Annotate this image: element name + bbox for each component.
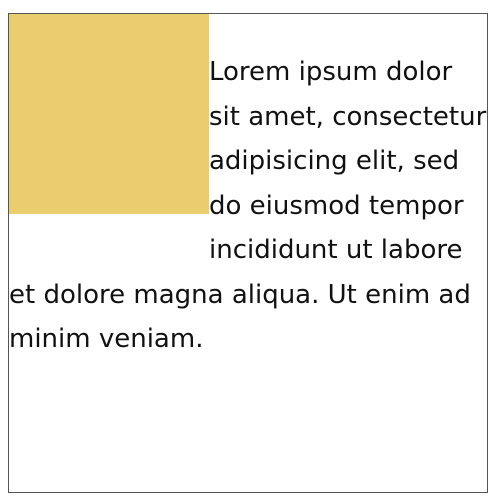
content-frame: Lorem ipsum dolor sit amet, consectetur … — [8, 13, 488, 493]
lorem-paragraph: Lorem ipsum dolor sit amet, consectetur … — [9, 57, 487, 354]
